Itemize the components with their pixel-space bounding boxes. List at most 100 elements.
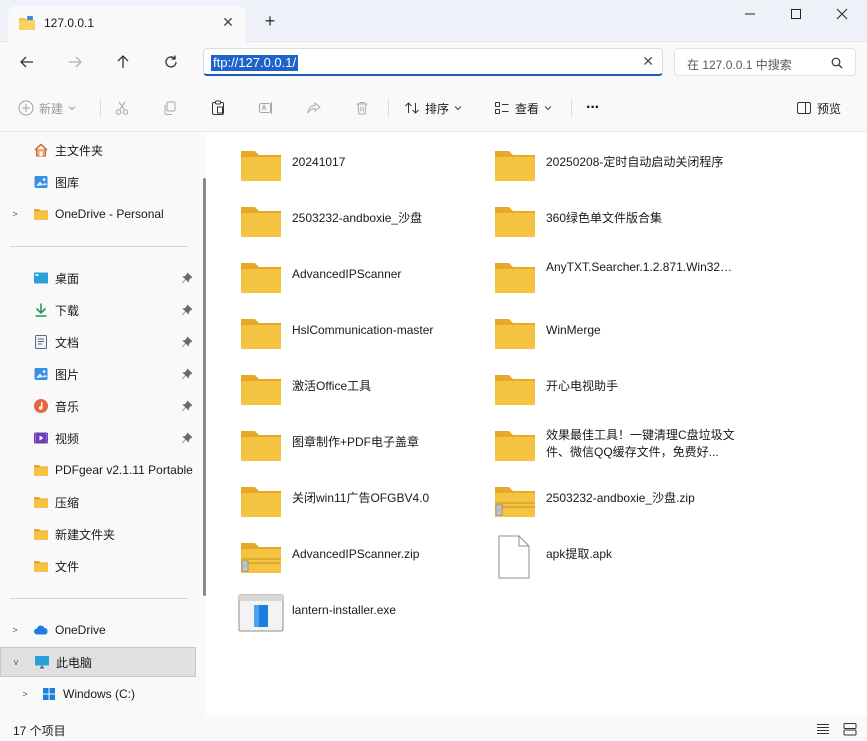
sidebar-item-onedrive[interactable]: > OneDrive xyxy=(0,615,196,645)
more-options-button[interactable]: ··· xyxy=(586,99,600,117)
sort-label: 排序 xyxy=(425,101,450,116)
sidebar-item-home[interactable]: 主文件夹 xyxy=(0,135,196,165)
file-name: AnyTXT.Searcher.1.2.871.Win32_Win64 xyxy=(546,260,736,274)
pin-icon[interactable] xyxy=(181,272,193,284)
cut-button[interactable] xyxy=(114,99,130,117)
chevron-right-icon[interactable]: > xyxy=(20,689,30,699)
preview-pane-button[interactable]: 预览 xyxy=(796,99,841,117)
search-icon[interactable] xyxy=(831,57,843,69)
sidebar-item-music[interactable]: 音乐 xyxy=(0,391,196,421)
folder-item[interactable]: 关闭win11广告OFGBV4.0 xyxy=(218,473,468,523)
pin-icon[interactable] xyxy=(181,400,193,412)
folder-item[interactable]: 20250208-定时自动启动关闭程序 xyxy=(472,137,723,187)
view-button[interactable]: 查看 xyxy=(494,99,552,117)
sort-icon xyxy=(405,102,419,114)
sidebar-item-label: 音乐 xyxy=(55,399,80,414)
close-window-button[interactable] xyxy=(819,0,865,28)
sidebar-item-gallery[interactable]: 图库 xyxy=(0,167,196,197)
toolbar-divider xyxy=(571,98,572,118)
maximize-button[interactable] xyxy=(773,0,819,28)
search-input[interactable]: 在 127.0.0.1 中搜索 xyxy=(674,48,856,76)
file-item[interactable]: AdvancedIPScanner.zip xyxy=(218,529,468,579)
back-button[interactable] xyxy=(13,50,41,74)
folder-item[interactable]: AnyTXT.Searcher.1.2.871.Win32_Win64 xyxy=(472,249,736,299)
folder-icon xyxy=(492,311,538,355)
minimize-button[interactable] xyxy=(727,0,773,28)
sidebar-divider xyxy=(10,598,188,599)
pin-icon[interactable] xyxy=(181,336,193,348)
folder-item[interactable]: 20241017 xyxy=(218,137,468,187)
forward-button[interactable] xyxy=(61,50,89,74)
sidebar-scrollbar[interactable] xyxy=(203,178,206,596)
chevron-down-icon xyxy=(544,106,552,111)
desktop-icon xyxy=(34,272,48,284)
chevron-down-icon xyxy=(68,106,76,111)
download-icon xyxy=(35,303,47,317)
sidebar-item-videos[interactable]: 视频 xyxy=(0,423,196,453)
sidebar-item-pictures[interactable]: 图片 xyxy=(0,359,196,389)
file-name: 图章制作+PDF电子盖章 xyxy=(292,435,420,449)
sidebar-item-compress[interactable]: 压缩 xyxy=(0,487,196,517)
document-icon xyxy=(35,335,47,349)
new-tab-button[interactable]: + xyxy=(259,10,281,32)
file-item[interactable]: apk提取.apk xyxy=(472,529,722,579)
pin-icon[interactable] xyxy=(181,368,193,380)
file-name: 开心电视助手 xyxy=(546,379,619,393)
copy-button[interactable] xyxy=(162,99,178,117)
folder-item[interactable]: 激活Office工具 xyxy=(218,361,468,411)
sidebar-item-new-folder[interactable]: 新建文件夹 xyxy=(0,519,196,549)
file-name: lantern-installer.exe xyxy=(292,603,397,617)
folder-item[interactable]: WinMerge xyxy=(472,305,722,355)
file-icon xyxy=(492,535,538,579)
folder-item[interactable]: 效果最佳工具！一键清理C盘垃圾文件、微信QQ缓存文件，免费好... xyxy=(472,417,735,467)
up-button[interactable] xyxy=(109,50,137,74)
folder-item[interactable]: 图章制作+PDF电子盖章 xyxy=(218,417,468,467)
tab-current[interactable]: 127.0.0.1 ✕ xyxy=(8,6,246,42)
sidebar-item-onedrive-personal[interactable]: > OneDrive - Personal xyxy=(0,199,196,229)
tiles-view-icon[interactable] xyxy=(843,722,857,736)
sidebar-item-this-pc[interactable]: v 此电脑 xyxy=(0,647,196,677)
sidebar-item-documents[interactable]: 文档 xyxy=(0,327,196,357)
file-name: AdvancedIPScanner xyxy=(292,267,402,281)
sidebar-item-downloads[interactable]: 下载 xyxy=(0,295,196,325)
rename-button[interactable] xyxy=(258,99,274,117)
sidebar-item-desktop[interactable]: 桌面 xyxy=(0,263,196,293)
folder-item[interactable]: AdvancedIPScanner xyxy=(218,249,468,299)
clear-address-icon[interactable]: ✕ xyxy=(642,53,654,70)
folder-icon xyxy=(238,311,284,355)
folder-item[interactable]: HslCommunication-master xyxy=(218,305,468,355)
item-count: 17 个项目 xyxy=(13,724,66,738)
details-view-icon[interactable] xyxy=(816,722,830,736)
sidebar-item-windows-c[interactable]: > Windows (C:) xyxy=(0,679,196,709)
cloud-icon xyxy=(34,625,48,635)
folder-item[interactable]: 开心电视助手 xyxy=(472,361,722,411)
chevron-down-icon[interactable]: v xyxy=(11,657,21,667)
pin-icon[interactable] xyxy=(181,432,193,444)
pin-icon[interactable] xyxy=(181,304,193,316)
sidebar-item-files[interactable]: 文件 xyxy=(0,551,196,581)
folder-item[interactable]: 2503232-andboxie_沙盘 xyxy=(218,193,468,243)
folder-item[interactable]: 360绿色单文件版合集 xyxy=(472,193,722,243)
file-item[interactable]: 2503232-andboxie_沙盘.zip xyxy=(472,473,722,523)
file-item[interactable]: lantern-installer.exe xyxy=(218,585,468,635)
address-path[interactable]: ftp://127.0.0.1/ xyxy=(211,55,299,71)
close-tab-icon[interactable]: ✕ xyxy=(218,12,238,32)
share-button[interactable] xyxy=(306,99,322,117)
videos-icon xyxy=(34,432,48,444)
status-bar: 17 个项目 xyxy=(0,716,867,741)
new-button[interactable]: 新建 xyxy=(18,99,76,117)
folder-icon xyxy=(238,367,284,411)
chevron-right-icon[interactable]: > xyxy=(10,625,20,635)
minimize-icon xyxy=(745,13,755,15)
sidebar-item-label: 视频 xyxy=(55,431,80,446)
refresh-button[interactable] xyxy=(157,50,185,74)
sidebar-item-pdfgear[interactable]: PDFgear v2.1.11 Portable xyxy=(0,455,196,485)
delete-button[interactable] xyxy=(354,99,370,117)
paste-button[interactable] xyxy=(210,99,226,117)
folder-icon xyxy=(238,423,284,467)
address-field[interactable]: ftp://127.0.0.1/ ✕ xyxy=(203,48,663,76)
navigation-pane: 主文件夹 图库 > OneDrive - Personal 桌面 下载 文档 图… xyxy=(0,133,206,716)
folder-icon xyxy=(492,423,538,467)
sort-button[interactable]: 排序 xyxy=(404,99,462,117)
chevron-right-icon[interactable]: > xyxy=(10,209,20,219)
